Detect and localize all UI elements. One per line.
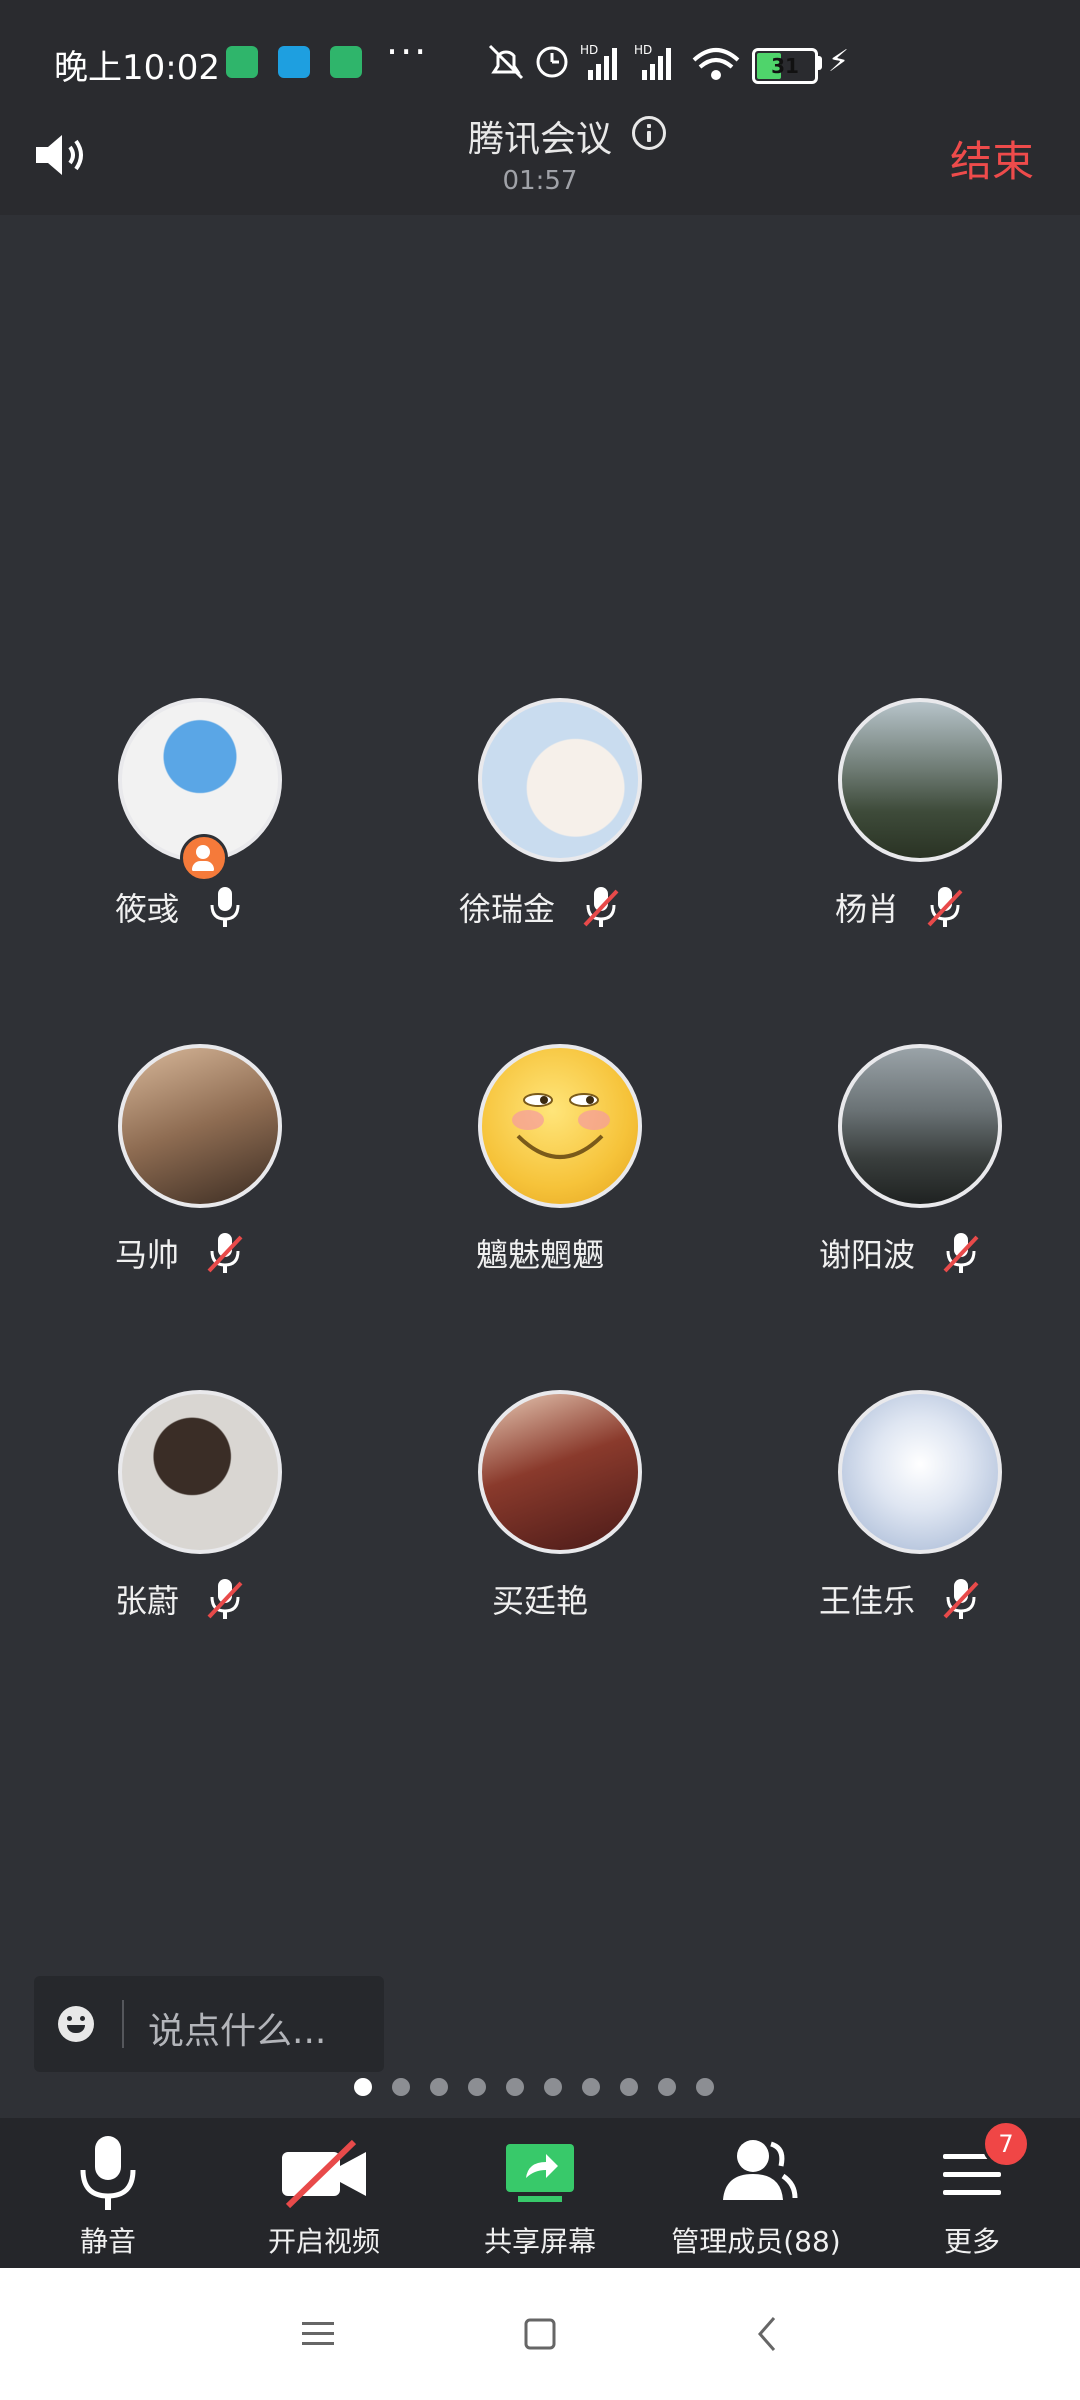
avatar [838,698,1002,862]
participant-name: 徐瑞金 [458,890,555,928]
participant-tile[interactable]: 张蔚 [40,1390,320,1640]
participant-tile[interactable]: 杨肖 [760,698,1040,948]
page-dot[interactable] [392,2078,410,2096]
recent-apps-icon[interactable] [298,2314,338,2354]
members-icon [723,2140,798,2200]
participant-tile[interactable]: 买廷艳 [400,1390,680,1640]
mic-muted-icon [583,887,619,927]
participant-name: 张蔚 [114,1582,179,1620]
silent-icon [488,44,524,80]
signal-icon: HD [634,43,671,80]
end-meeting-button[interactable]: 结束 [950,128,1034,189]
participant-tile[interactable]: 筱彧 [40,698,320,948]
info-icon[interactable] [632,116,666,150]
meeting-duration: 01:57 [502,166,578,196]
mic-icon [210,887,240,927]
notification-icons [226,46,362,78]
app-notification-icon [278,46,310,78]
emoji-icon[interactable] [58,2006,94,2042]
mute-label: 静音 [79,2225,136,2258]
page-dot[interactable] [658,2078,676,2096]
participant-tile[interactable]: 徐瑞金 [400,698,680,948]
page-dot[interactable] [506,2078,524,2096]
chat-divider [122,2000,124,2048]
more-label: 更多 [943,2225,1000,2258]
mute-button[interactable]: 静音 [0,2118,216,2268]
share-screen-icon [506,2144,574,2202]
participant-name: 马帅 [114,1236,179,1274]
video-label: 开启视频 [267,2225,380,2258]
more-button[interactable]: 更多 [864,2118,1080,2268]
participant-name: 魑魅魍魉 [475,1236,604,1274]
wechat-icon [330,46,362,78]
status-time: 晚上10:02 [54,48,220,88]
share-label: 共享屏幕 [483,2225,596,2258]
microphone-icon [80,2136,136,2210]
alarm-icon [536,46,568,78]
wifi-icon [692,48,740,80]
page-dot[interactable] [696,2078,714,2096]
notification-badge: 7 [982,2120,1030,2168]
more-notifications-icon: ··· [386,30,429,74]
participant-name: 买廷艳 [491,1582,588,1620]
share-screen-button[interactable]: 共享屏幕 [432,2118,648,2268]
home-icon[interactable] [520,2314,560,2354]
mic-muted-icon [207,1233,243,1273]
avatar [838,1390,1002,1554]
mic-muted-icon [943,1579,979,1619]
mic-muted-icon [927,887,963,927]
manage-members-button[interactable]: 管理成员(88) [648,2118,864,2268]
mic-muted-icon [207,1579,243,1619]
signal-icon: HD [580,43,617,80]
battery-level: 31 [771,54,799,78]
participant-tile[interactable]: 魑魅魍魉 [400,1044,680,1294]
members-label: 管理成员(88) [671,2225,841,2258]
avatar [838,1044,1002,1208]
svg-text:HD: HD [634,43,652,57]
video-off-icon [282,2139,366,2209]
participant-name: 筱彧 [114,890,179,928]
chat-placeholder[interactable]: 说点什么... [148,2002,326,2054]
mic-muted-icon [943,1233,979,1273]
meeting-title[interactable]: 腾讯会议 [0,110,1080,162]
battery-icon: 31 [752,48,818,84]
page-dot[interactable] [468,2078,486,2096]
participant-name: 谢阳波 [818,1236,915,1274]
avatar [478,698,642,862]
avatar [118,1390,282,1554]
avatar [118,1044,282,1208]
start-video-button[interactable]: 开启视频 [216,2118,432,2268]
page-dot[interactable] [430,2078,448,2096]
page-dot[interactable] [544,2078,562,2096]
page-dot[interactable] [582,2078,600,2096]
participant-name: 杨肖 [834,890,899,928]
page-indicator[interactable] [354,2078,714,2096]
page-dot[interactable] [620,2078,638,2096]
emoji-face [512,1093,610,1159]
participant-tile[interactable]: 马帅 [40,1044,320,1294]
back-icon[interactable] [748,2314,788,2354]
charging-icon: ⚡ [828,44,850,79]
avatar [478,1390,642,1554]
participant-tile[interactable]: 王佳乐 [760,1390,1040,1640]
wechat-icon [226,46,258,78]
battery-tip [816,56,822,70]
participant-name: 王佳乐 [818,1582,915,1620]
page-dot-active[interactable] [354,2078,372,2096]
svg-text:HD: HD [580,43,598,57]
host-icon [180,834,228,882]
participant-tile[interactable]: 谢阳波 [760,1044,1040,1294]
avatar [478,1044,642,1208]
